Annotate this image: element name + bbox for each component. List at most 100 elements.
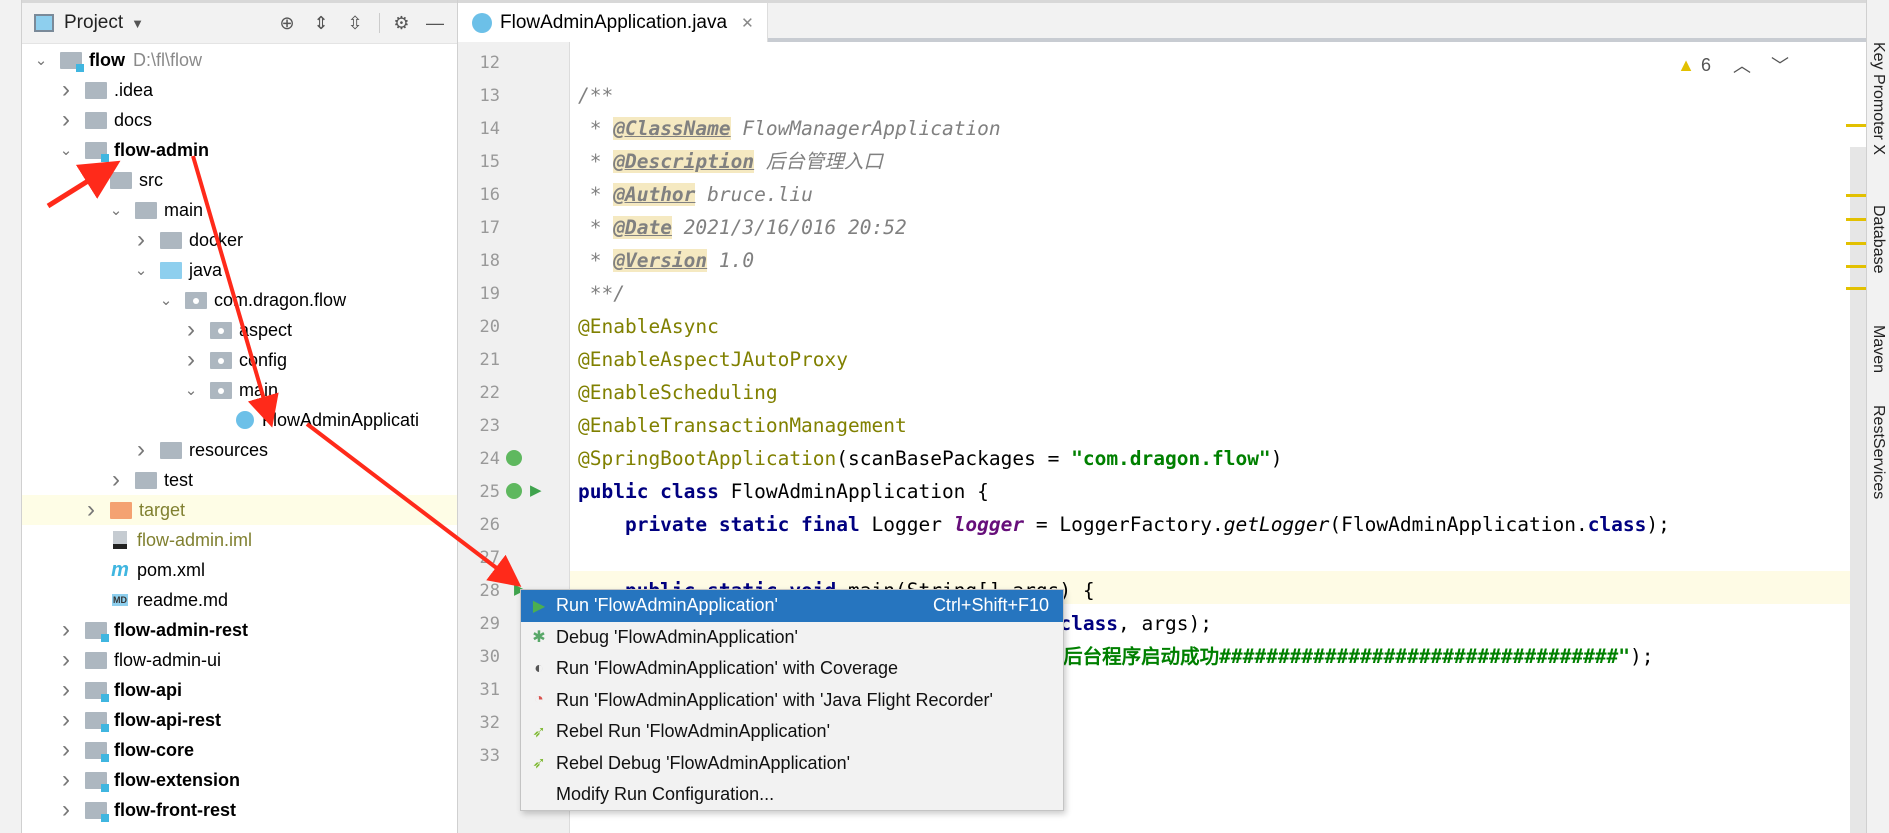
menu-item[interactable]: ➶ Rebel Run 'FlowAdminApplication'	[521, 716, 1063, 748]
tree-item[interactable]: ⌄ flow D:\fl\flow	[22, 45, 457, 75]
previous-highlight-icon[interactable]: ︿	[1733, 52, 1751, 78]
menu-item[interactable]: ◔ Run 'FlowAdminApplication' with 'Java F…	[521, 685, 1063, 717]
tool-tab-restservices[interactable]: RestServices	[1869, 405, 1887, 499]
chevron-right-icon[interactable]: ›	[59, 616, 73, 644]
locate-icon[interactable]: ⊕	[277, 13, 297, 33]
chevron-right-icon[interactable]: ›	[59, 766, 73, 794]
menu-item[interactable]: ➶ Rebel Debug 'FlowAdminApplication'	[521, 748, 1063, 780]
tree-item[interactable]: › test	[22, 465, 457, 495]
menu-item[interactable]: ▶ Run 'FlowAdminApplication' Ctrl+Shift+F1…	[521, 590, 1063, 622]
chevron-right-icon[interactable]: ›	[59, 796, 73, 824]
code-line[interactable]: public class FlowAdminApplication {	[578, 475, 989, 508]
editor-scrollbar[interactable]	[1850, 147, 1866, 833]
menu-item-label: Run 'FlowAdminApplication' with 'Java Fl…	[556, 689, 993, 710]
tree-item[interactable]: FlowAdminApplicati	[22, 405, 457, 435]
tree-item[interactable]: › docs	[22, 105, 457, 135]
tool-tab-key-promoter[interactable]: Key Promoter X	[1869, 42, 1887, 155]
tool-tab-maven[interactable]: Maven	[1869, 325, 1887, 373]
tree-item[interactable]: ⌄ src	[22, 165, 457, 195]
tree-item[interactable]: › resources	[22, 435, 457, 465]
code-line[interactable]: @EnableTransactionManagement	[578, 409, 907, 442]
menu-item[interactable]: ✱ Debug 'FlowAdminApplication'	[521, 622, 1063, 654]
tool-tab-database[interactable]: Database	[1869, 205, 1887, 274]
folder-icon	[160, 441, 182, 459]
chevron-right-icon[interactable]: ›	[59, 76, 73, 104]
code-line[interactable]: * @Date 2021/3/16/016 20:52	[578, 211, 907, 244]
warning-marker[interactable]	[1846, 194, 1866, 197]
chevron-right-icon[interactable]: ›	[59, 646, 73, 674]
tree-item[interactable]: › flow-admin-rest	[22, 615, 457, 645]
chevron-down-icon[interactable]: ⌄	[34, 51, 48, 69]
warning-marker[interactable]	[1846, 265, 1866, 268]
warning-marker[interactable]	[1846, 218, 1866, 221]
tab-flowadminapplication[interactable]: FlowAdminApplication.java ✕	[458, 3, 768, 42]
chevron-right-icon[interactable]: ›	[184, 346, 198, 374]
chevron-right-icon[interactable]: ›	[134, 436, 148, 464]
minimize-icon[interactable]: —	[425, 13, 445, 33]
chevron-down-icon[interactable]: ⌄	[109, 201, 123, 219]
tree-item[interactable]: ⌄ java	[22, 255, 457, 285]
tree-item[interactable]: › flow-admin-ui	[22, 645, 457, 675]
warning-marker[interactable]	[1846, 124, 1866, 127]
tree-item[interactable]: MD readme.md	[22, 585, 457, 615]
warning-marker[interactable]	[1846, 287, 1866, 290]
tree-item[interactable]: › docker	[22, 225, 457, 255]
code-line[interactable]: /**	[578, 79, 613, 112]
code-line[interactable]: @EnableAspectJAutoProxy	[578, 343, 848, 376]
tree-item[interactable]: › config	[22, 345, 457, 375]
tree-item[interactable]: m pom.xml	[22, 555, 457, 585]
chevron-down-icon[interactable]: ⌄	[134, 261, 148, 279]
right-tool-strip: Key Promoter X Database Maven RestServic…	[1866, 0, 1889, 833]
chevron-down-icon[interactable]: ⌄	[159, 291, 173, 309]
tree-item[interactable]: › flow-core	[22, 735, 457, 765]
tree-item-label: aspect	[239, 319, 293, 340]
chevron-down-icon[interactable]: ⌄	[184, 381, 198, 399]
tree-item[interactable]: ⌄ main	[22, 375, 457, 405]
code-line[interactable]: @SpringBootApplication(scanBasePackages …	[578, 442, 1282, 475]
inspection-widget[interactable]: ▲ 6 ︿ ﹀	[1677, 52, 1789, 78]
code-line[interactable]: * @Author bruce.liu	[578, 178, 813, 211]
chevron-down-icon[interactable]: ⌄	[84, 171, 98, 189]
chevron-down-icon[interactable]: ⌄	[59, 141, 73, 159]
expand-all-icon[interactable]: ⇕	[311, 13, 331, 33]
tree-item[interactable]: ⌄ flow-admin	[22, 135, 457, 165]
tree-item[interactable]: › target	[22, 495, 457, 525]
code-line[interactable]: @EnableScheduling	[578, 376, 778, 409]
code-line[interactable]: * @ClassName FlowManagerApplication	[578, 112, 1001, 145]
tree-item[interactable]: › aspect	[22, 315, 457, 345]
warning-marker[interactable]	[1846, 242, 1866, 245]
code-line[interactable]: private static final Logger logger = Log…	[578, 508, 1670, 541]
chevron-right-icon[interactable]: ›	[109, 466, 123, 494]
collapse-all-icon[interactable]: ⇳	[345, 13, 365, 33]
tree-item[interactable]: › flow-api	[22, 675, 457, 705]
chevron-right-icon[interactable]: ›	[184, 316, 198, 344]
chevron-right-icon[interactable]: ›	[59, 706, 73, 734]
tree-item[interactable]: ⌄ com.dragon.flow	[22, 285, 457, 315]
code-line[interactable]: **/	[578, 277, 625, 310]
gear-icon[interactable]: ⚙	[379, 13, 411, 33]
tree-item[interactable]: › flow-front-rest	[22, 795, 457, 825]
tree-item[interactable]: › flow-api-rest	[22, 705, 457, 735]
tree-item[interactable]: › .idea	[22, 75, 457, 105]
chevron-right-icon[interactable]: ›	[59, 106, 73, 134]
chevron-right-icon[interactable]: ›	[59, 736, 73, 764]
chevron-down-icon[interactable]: ▼	[131, 16, 144, 31]
code-line[interactable]: * @Description 后台管理入口	[578, 145, 883, 178]
chevron-right-icon[interactable]: ›	[84, 496, 98, 524]
tree-item-label: flow-admin-rest	[114, 619, 249, 640]
menu-item[interactable]: ◐ Run 'FlowAdminApplication' with Coverag…	[521, 653, 1063, 685]
close-icon[interactable]: ✕	[741, 14, 754, 32]
run-gutter-icon[interactable]: ▶	[530, 481, 542, 499]
chevron-right-icon[interactable]: ›	[134, 226, 148, 254]
tree-item[interactable]: › flow-extension	[22, 765, 457, 795]
spring-bean-icon[interactable]	[506, 450, 522, 466]
menu-item[interactable]: Modify Run Configuration...	[521, 779, 1063, 811]
tree-item[interactable]: flow-admin.iml	[22, 525, 457, 555]
code-line[interactable]: @EnableAsync	[578, 310, 719, 343]
tree-item[interactable]: ⌄ main	[22, 195, 457, 225]
spring-bean-icon[interactable]	[506, 483, 522, 499]
next-highlight-icon[interactable]: ﹀	[1771, 52, 1789, 78]
chevron-right-icon[interactable]: ›	[59, 676, 73, 704]
project-title[interactable]: Project	[64, 12, 123, 34]
code-line[interactable]: * @Version 1.0	[578, 244, 754, 277]
